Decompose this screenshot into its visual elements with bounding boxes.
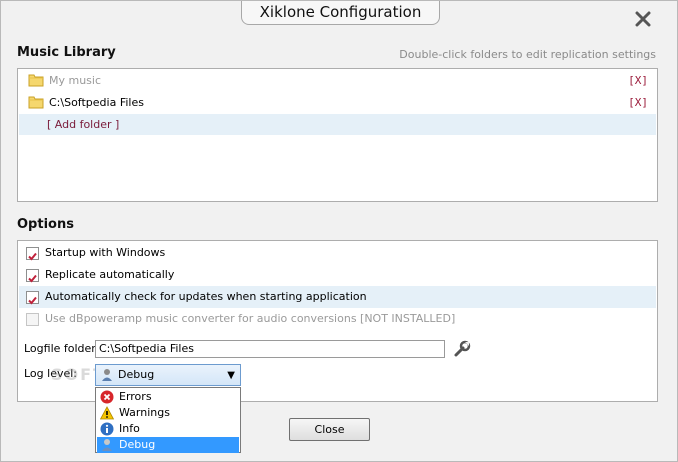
warning-icon bbox=[100, 406, 114, 420]
checkbox bbox=[26, 313, 39, 326]
remove-folder-button[interactable]: [X] bbox=[628, 70, 648, 91]
error-icon bbox=[100, 390, 114, 404]
log-level-option-errors[interactable]: Errors bbox=[97, 389, 239, 405]
log-level-select[interactable]: Debug ▼ bbox=[95, 364, 241, 386]
option-label: Startup with Windows bbox=[45, 246, 166, 259]
chevron-down-icon[interactable]: ▼ bbox=[227, 366, 235, 386]
checkbox[interactable] bbox=[26, 269, 39, 283]
option-label: Warnings bbox=[119, 406, 170, 419]
music-library-list[interactable]: My music [X] C:\Softpedia Files [X] [ Ad… bbox=[17, 68, 658, 202]
checkbox[interactable] bbox=[26, 291, 39, 305]
user-debug-icon bbox=[102, 439, 112, 451]
checkmark-icon bbox=[28, 252, 37, 261]
option-label: Use dBpoweramp music converter for audio… bbox=[45, 312, 456, 325]
option-label: Replicate automatically bbox=[45, 268, 175, 281]
log-level-option-warnings[interactable]: Warnings bbox=[97, 405, 239, 421]
remove-folder-button[interactable]: [X] bbox=[628, 92, 648, 113]
library-folder-row[interactable]: My music [X] bbox=[19, 70, 656, 91]
option-startup-with-windows[interactable]: Startup with Windows bbox=[19, 242, 656, 264]
logfile-folder-input[interactable]: C:\Softpedia Files bbox=[95, 340, 445, 358]
option-dbpoweramp: Use dBpoweramp music converter for audio… bbox=[19, 308, 656, 330]
folder-icon bbox=[28, 96, 44, 109]
wrench-icon[interactable] bbox=[453, 340, 471, 358]
logfile-folder-label: Logfile folder: bbox=[24, 342, 100, 355]
option-replicate-automatically[interactable]: Replicate automatically bbox=[19, 264, 656, 286]
log-level-option-debug[interactable]: Debug bbox=[97, 437, 239, 453]
option-label: Errors bbox=[119, 390, 152, 403]
close-icon[interactable] bbox=[633, 9, 653, 29]
checkmark-icon bbox=[28, 274, 37, 283]
user-debug-icon bbox=[102, 369, 112, 381]
window-title: Xiklone Configuration bbox=[241, 1, 440, 25]
option-label: Info bbox=[119, 422, 140, 435]
option-check-updates[interactable]: Automatically check for updates when sta… bbox=[19, 286, 656, 308]
option-label: Debug bbox=[119, 438, 156, 451]
add-folder-link[interactable]: [ Add folder ] bbox=[47, 114, 119, 135]
add-folder-row[interactable]: [ Add folder ] bbox=[19, 114, 656, 135]
log-level-dropdown: Errors Warnings Info Debug bbox=[95, 387, 241, 453]
log-level-option-info[interactable]: Info bbox=[97, 421, 239, 437]
library-folder-row[interactable]: C:\Softpedia Files [X] bbox=[19, 92, 656, 113]
log-level-selected: Debug bbox=[118, 368, 155, 381]
options-title: Options bbox=[17, 217, 74, 232]
config-window: Xiklone Configuration Music Library Doub… bbox=[0, 0, 678, 462]
folder-name: C:\Softpedia Files bbox=[49, 96, 144, 109]
option-label: Automatically check for updates when sta… bbox=[45, 290, 367, 303]
folder-name: My music bbox=[49, 74, 102, 87]
close-button[interactable]: Close bbox=[289, 418, 370, 441]
checkmark-icon bbox=[28, 296, 37, 305]
music-library-hint: Double-click folders to edit replication… bbox=[399, 48, 656, 61]
checkbox[interactable] bbox=[26, 247, 39, 261]
folder-icon bbox=[28, 74, 44, 87]
music-library-title: Music Library bbox=[17, 45, 116, 60]
info-icon bbox=[100, 422, 114, 436]
